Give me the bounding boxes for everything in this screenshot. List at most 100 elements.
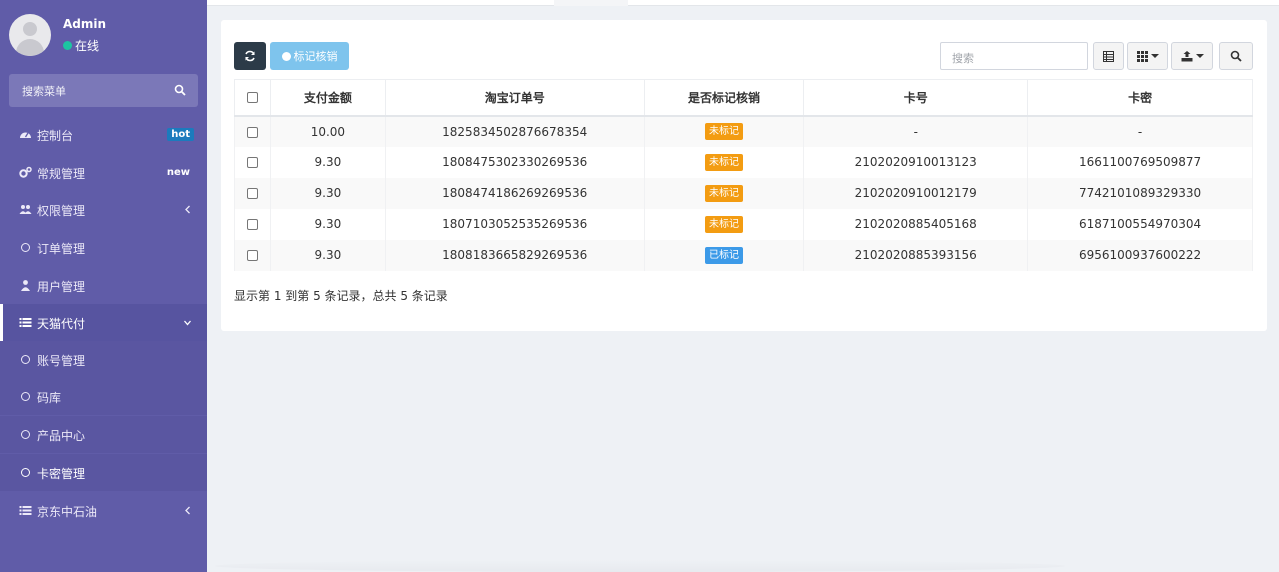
user-status: 在线 bbox=[63, 37, 99, 54]
caret-down-icon bbox=[1150, 54, 1159, 58]
tab-active[interactable] bbox=[554, 0, 628, 6]
row-checkbox[interactable] bbox=[246, 126, 258, 138]
sidebar-item-orders[interactable]: 订单管理 bbox=[0, 229, 207, 266]
sidebar-item-card-secrets[interactable]: 卡密管理 bbox=[0, 454, 207, 491]
list-icon bbox=[19, 506, 32, 515]
refresh-icon bbox=[245, 50, 255, 62]
sidebar-item-label: 权限管理 bbox=[37, 204, 86, 218]
sidebar-item-label: 常规管理 bbox=[37, 167, 86, 181]
circle-icon bbox=[281, 51, 291, 61]
card-secret-cell: 6187100554970304 bbox=[1027, 208, 1253, 240]
user-name: Admin bbox=[63, 17, 107, 31]
search-icon[interactable] bbox=[174, 84, 186, 96]
sidebar-item-label: 卡密管理 bbox=[37, 467, 86, 481]
circle-icon bbox=[21, 430, 30, 439]
sidebar-item-products[interactable]: 产品中心 bbox=[0, 416, 207, 453]
card-number-cell: 2102020885405168 bbox=[803, 208, 1029, 240]
card-number-cell: 2102020885393156 bbox=[803, 239, 1029, 271]
avatar[interactable] bbox=[9, 14, 51, 56]
mark-verified-button[interactable]: 标记核销 bbox=[270, 42, 349, 70]
order-number-cell: 1808475302330269536 bbox=[384, 146, 645, 178]
chevron-left-icon bbox=[185, 506, 190, 515]
amount-cell: 9.30 bbox=[269, 239, 386, 271]
user-panel: Admin 在线 bbox=[0, 0, 207, 70]
sidebar-item-label: 控制台 bbox=[37, 129, 74, 143]
user-icon bbox=[21, 280, 30, 291]
status-badge: 已标记 bbox=[704, 246, 743, 264]
column-header[interactable]: 卡密 bbox=[1027, 79, 1253, 117]
new-badge: new bbox=[166, 167, 190, 178]
menu-search-input[interactable]: 搜索菜单 bbox=[9, 74, 198, 107]
export-icon bbox=[1181, 50, 1192, 61]
sidebar-item-permissions[interactable]: 权限管理 bbox=[0, 191, 207, 228]
order-number-cell: 1808474186269269536 bbox=[384, 177, 645, 209]
content-panel: 标记核销 搜索 支付金额 淘宝订单号 是否标记核销 卡号 卡密 10.00 18… bbox=[221, 20, 1267, 331]
search-icon bbox=[1230, 50, 1242, 62]
sidebar-item-label: 京东中石油 bbox=[37, 505, 98, 519]
card-secret-cell: 6956100937600222 bbox=[1027, 239, 1253, 271]
sidebar-item-general[interactable]: 常规管理 new bbox=[0, 154, 207, 191]
status-badge: 未标记 bbox=[704, 153, 743, 171]
table-row[interactable]: 9.30 1808475302330269536 未标记 21020209100… bbox=[234, 146, 1253, 178]
row-checkbox[interactable] bbox=[246, 250, 258, 261]
select-all-cell bbox=[234, 79, 271, 117]
mark-verified-label: 标记核销 bbox=[293, 50, 338, 63]
circle-icon bbox=[21, 468, 30, 477]
amount-cell: 9.30 bbox=[269, 208, 386, 240]
search-toggle-button[interactable] bbox=[1219, 42, 1253, 70]
table-row[interactable]: 9.30 1808183665829269536 已标记 21020208853… bbox=[234, 239, 1253, 271]
data-table: 支付金额 淘宝订单号 是否标记核销 卡号 卡密 10.00 1825834502… bbox=[234, 79, 1253, 271]
chevron-left-icon bbox=[185, 205, 190, 214]
chevron-down-icon bbox=[184, 320, 191, 326]
column-header[interactable]: 淘宝订单号 bbox=[384, 79, 645, 117]
export-dropdown-button[interactable] bbox=[1171, 42, 1213, 70]
table-row[interactable]: 9.30 1807103052535269536 未标记 21020208854… bbox=[234, 208, 1253, 240]
columns-dropdown-button[interactable] bbox=[1127, 42, 1168, 70]
card-secret-cell: 1661100769509877 bbox=[1027, 146, 1253, 178]
table-row[interactable]: 10.00 1825834502876678354 未标记 - - bbox=[234, 115, 1253, 147]
column-header[interactable]: 卡号 bbox=[803, 79, 1029, 117]
sidebar-item-jd-sinopec[interactable]: 京东中石油 bbox=[0, 492, 207, 529]
sidebar-item-label: 产品中心 bbox=[37, 429, 86, 443]
sidebar-item-label: 天猫代付 bbox=[37, 317, 86, 331]
toggle-view-button[interactable] bbox=[1093, 42, 1124, 70]
column-header[interactable]: 是否标记核销 bbox=[643, 79, 805, 117]
order-number-cell: 1807103052535269536 bbox=[384, 208, 645, 240]
card-number-cell: 2102020910013123 bbox=[803, 146, 1029, 178]
column-header[interactable]: 支付金额 bbox=[269, 79, 386, 117]
card-secret-cell: 7742101089329330 bbox=[1027, 177, 1253, 209]
table-search-placeholder: 搜索 bbox=[952, 52, 974, 65]
sidebar-item-code-library[interactable]: 码库 bbox=[0, 378, 207, 415]
hot-badge: hot bbox=[167, 128, 194, 141]
card-secret-cell: - bbox=[1027, 115, 1253, 147]
sidebar-item-dashboard[interactable]: 控制台 hot bbox=[0, 116, 207, 153]
refresh-button[interactable] bbox=[234, 42, 266, 70]
table-search-input[interactable]: 搜索 bbox=[940, 42, 1088, 70]
row-checkbox[interactable] bbox=[246, 157, 258, 168]
sidebar-item-label: 订单管理 bbox=[37, 242, 86, 256]
top-tab-strip bbox=[207, 0, 1279, 6]
sidebar-item-accounts[interactable]: 账号管理 bbox=[0, 341, 207, 378]
amount-cell: 10.00 bbox=[269, 115, 386, 147]
sidebar-item-users[interactable]: 用户管理 bbox=[0, 267, 207, 304]
amount-cell: 9.30 bbox=[269, 146, 386, 178]
order-number-cell: 1825834502876678354 bbox=[384, 115, 645, 147]
caret-down-icon bbox=[1195, 54, 1204, 58]
circle-icon bbox=[21, 243, 30, 252]
table-row[interactable]: 9.30 1808474186269269536 未标记 21020209100… bbox=[234, 177, 1253, 209]
status-badge: 未标记 bbox=[704, 184, 743, 202]
table-header-row: 支付金额 淘宝订单号 是否标记核销 卡号 卡密 bbox=[234, 79, 1253, 117]
grid-icon bbox=[1136, 50, 1148, 62]
order-number-cell: 1808183665829269536 bbox=[384, 239, 645, 271]
dashboard-icon bbox=[20, 132, 31, 138]
menu-search-placeholder: 搜索菜单 bbox=[22, 85, 66, 98]
row-checkbox[interactable] bbox=[246, 219, 258, 230]
circle-icon bbox=[21, 355, 30, 364]
sidebar-item-tmall-pay[interactable]: 天猫代付 bbox=[0, 304, 207, 341]
bottom-shadow bbox=[215, 560, 1065, 572]
select-all-checkbox[interactable] bbox=[246, 92, 258, 104]
status-badge: 未标记 bbox=[704, 215, 743, 233]
sidebar-item-label: 用户管理 bbox=[37, 280, 86, 294]
row-checkbox[interactable] bbox=[246, 188, 258, 199]
status-badge: 未标记 bbox=[704, 123, 743, 140]
